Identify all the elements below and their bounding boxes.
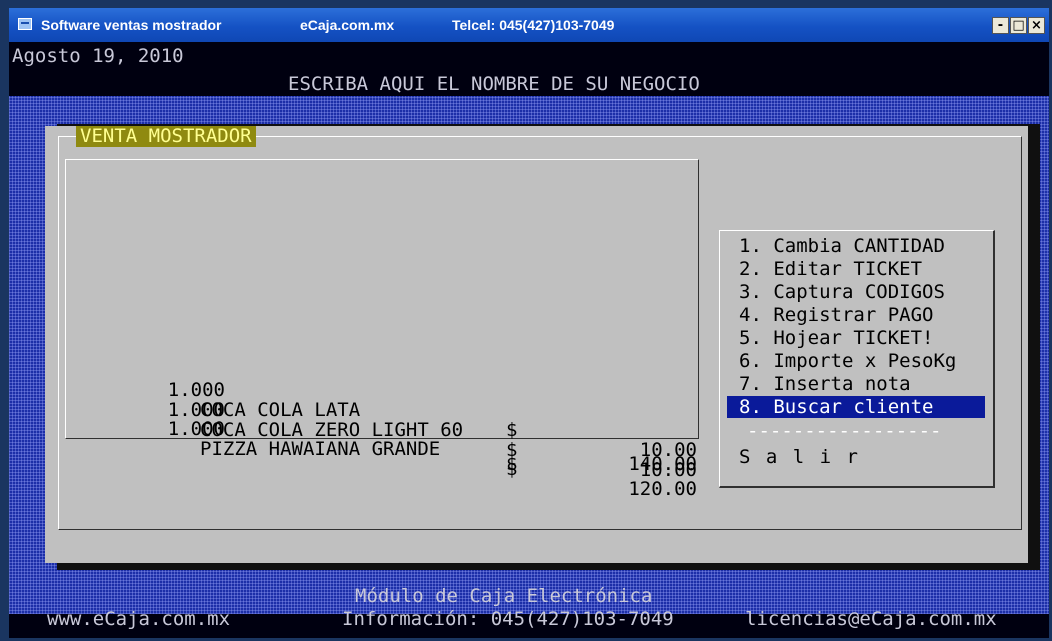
title-bar[interactable]: Software ventas mostrador eCaja.com.mx T… <box>9 8 1049 42</box>
menu-exit[interactable]: S a l i r <box>727 446 985 468</box>
ticket-row[interactable]: 1.000 PIZZA HAWAIANA GRANDE $ 120.00 <box>122 399 697 519</box>
maximize-button[interactable]: □ <box>1010 17 1027 34</box>
total-amount: 140.00 <box>628 453 697 475</box>
menu-item-hojear-ticket[interactable]: 5. Hojear TICKET! <box>727 327 985 349</box>
footer-module: Módulo de Caja Electrónica <box>355 585 653 607</box>
title-phone: Telcel: 045(427)103-7049 <box>452 17 615 33</box>
item-qty: 1.000 <box>167 418 225 440</box>
app-title: Software ventas mostrador <box>41 17 222 33</box>
menu-item-editar-ticket[interactable]: 2. Editar TICKET <box>727 258 985 280</box>
app-window-icon[interactable] <box>18 18 32 30</box>
business-name: ESCRIBA AQUI EL NOMBRE DE SU NEGOCIO <box>288 73 700 95</box>
item-desc: PIZZA HAWAIANA GRANDE <box>200 438 441 460</box>
panel-title: VENTA MOSTRADOR <box>76 126 256 147</box>
menu-item-registrar-pago[interactable]: 4. Registrar PAGO <box>727 304 985 326</box>
menu-item-buscar-cliente[interactable]: 8. Buscar cliente <box>727 396 985 418</box>
footer-info: Información: 045(427)103-7049 <box>342 608 674 630</box>
menu-separator: ----------------- <box>747 420 942 442</box>
item-currency: $ <box>506 419 518 441</box>
menu-item-cambia-cantidad[interactable]: 1. Cambia CANTIDAD <box>727 235 985 257</box>
application-window: Software ventas mostrador eCaja.com.mx T… <box>9 8 1049 638</box>
minimize-button[interactable]: - <box>992 17 1009 34</box>
close-button[interactable]: × <box>1028 17 1045 34</box>
menu-item-captura-codigos[interactable]: 3. Captura CODIGOS <box>727 281 985 303</box>
item-desc: COCA COLA ZERO LIGHT 60 <box>200 419 464 441</box>
total-currency: $ <box>506 453 518 475</box>
footer-website[interactable]: www.eCaja.com.mx <box>47 609 230 629</box>
title-site: eCaja.com.mx <box>300 17 395 33</box>
menu-item-importe-pesokg[interactable]: 6. Importe x PesoKg <box>727 350 985 372</box>
item-amount: 120.00 <box>628 478 697 500</box>
footer-email[interactable]: licencias@eCaja.com.mx <box>745 609 997 629</box>
date-label: Agosto 19, 2010 <box>12 45 184 67</box>
menu-item-inserta-nota[interactable]: 7. Inserta nota <box>727 373 985 395</box>
